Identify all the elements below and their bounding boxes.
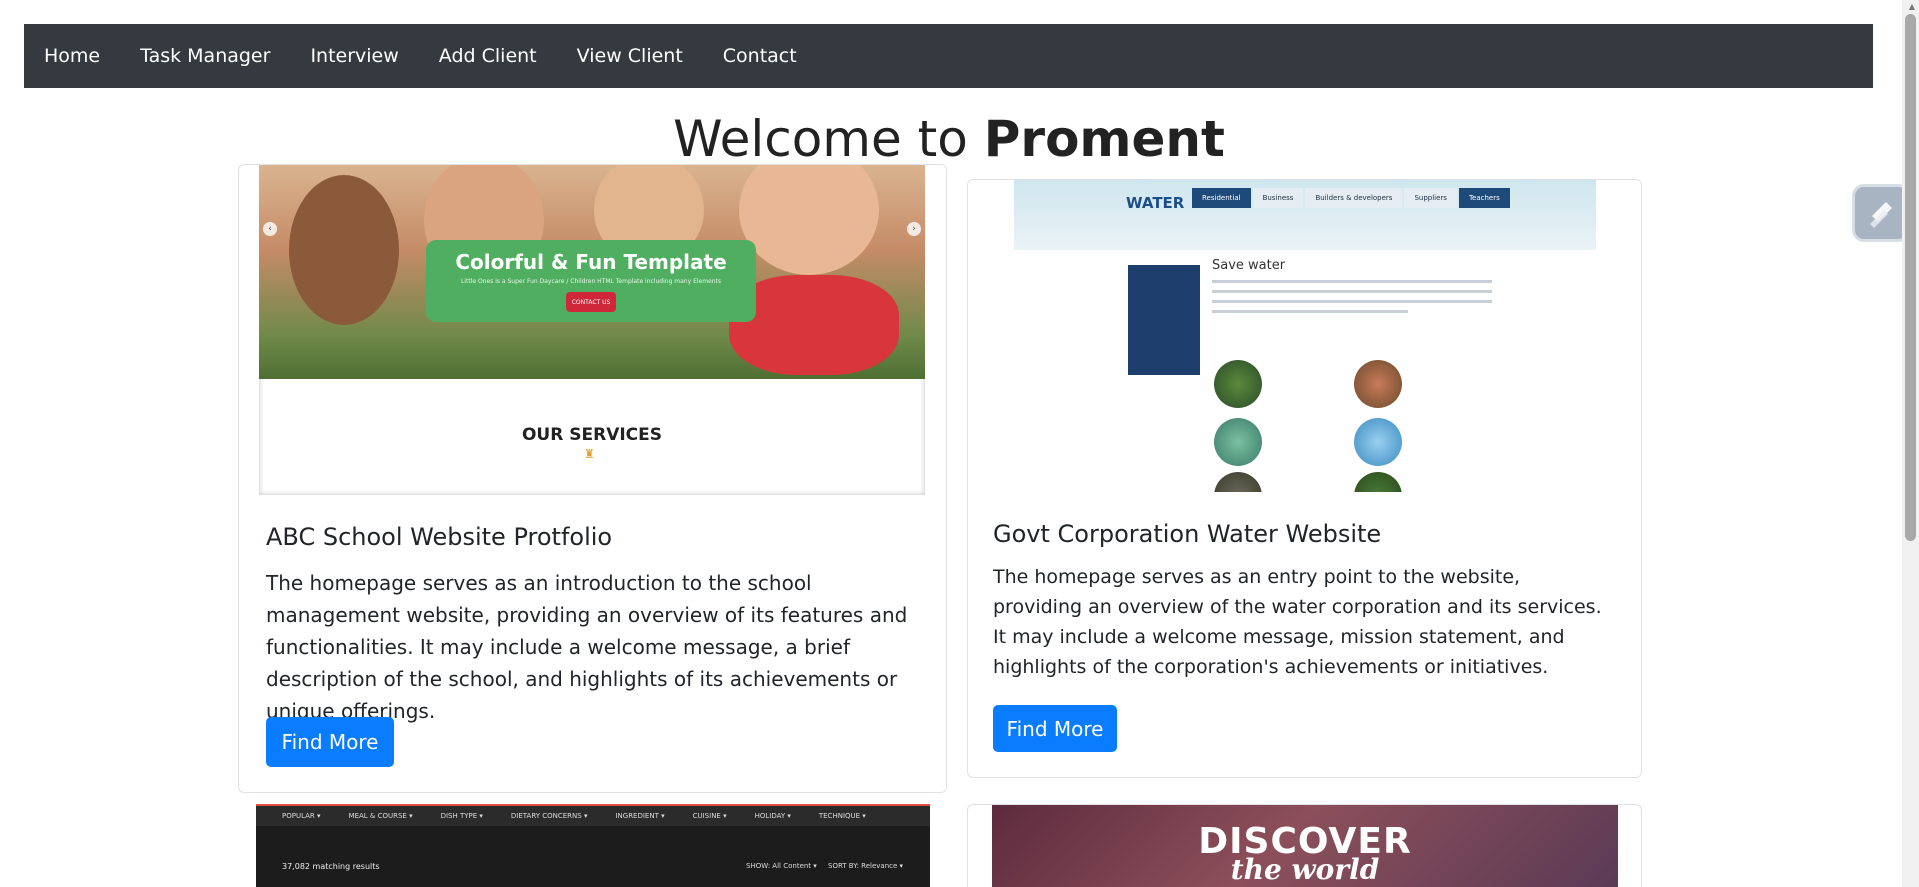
plants-thumb <box>1354 360 1402 408</box>
recipe-sort-filter: SORT BY: Relevance ▾ <box>828 862 904 870</box>
water-tab: Teachers <box>1458 188 1510 208</box>
nav-contact[interactable]: Contact <box>723 45 797 67</box>
recipe-results-count: 37,082 matching results <box>282 862 380 871</box>
project-card-travel: DISCOVER the world <box>967 804 1642 887</box>
page-title-prefix: Welcome to <box>673 110 984 168</box>
recipe-menu-bar: POPULAR ▾ MEAL & COURSE ▾ DISH TYPE ▾ DI… <box>256 804 930 826</box>
discover-subtitle: the world <box>1230 853 1380 886</box>
services-icon: ♜ <box>584 447 595 461</box>
carousel-prev-icon[interactable]: ‹ <box>263 222 277 236</box>
card-description: The homepage serves as an entry point to… <box>993 566 1602 678</box>
page-title-brand: Proment <box>983 110 1225 168</box>
calculate-thumb <box>1214 418 1262 466</box>
recipe-preview-image: POPULAR ▾ MEAL & COURSE ▾ DISH TYPE ▾ DI… <box>256 804 930 887</box>
scroll-up-icon[interactable]: ▲ <box>1909 2 1915 11</box>
banner-contact-button: CONTACT US <box>566 292 616 312</box>
project-card-water: WATER Residential Business Builders & de… <box>967 179 1642 778</box>
school-preview-image: ‹ › Colorful & Fun Template Little Ones … <box>259 165 925 495</box>
kid-face <box>289 175 399 325</box>
page-title: Welcome to Proment <box>0 110 1898 168</box>
recipe-menu-item: INGREDIENT ▾ <box>615 812 665 820</box>
water-tabs: Residential Business Builders & develope… <box>1192 188 1512 208</box>
water-heading: Save water <box>1212 258 1286 273</box>
travel-preview-image: DISCOVER the world <box>968 805 1641 887</box>
top-navbar: Home Task Manager Interview Add Client V… <box>24 24 1873 88</box>
water-body-text <box>1212 280 1492 320</box>
carousel-next-icon[interactable]: › <box>907 222 921 236</box>
hero-banner: Colorful & Fun Template Little Ones is a… <box>426 240 756 322</box>
banner-title: Colorful & Fun Template <box>455 250 727 274</box>
water-tab: Business <box>1252 188 1304 208</box>
water-logo: WATER <box>1126 194 1185 212</box>
banner-subtitle: Little Ones is a Super Fun Daycare / Chi… <box>460 278 722 285</box>
recipe-menu-item: CUISINE ▾ <box>692 812 727 820</box>
water-tab: Suppliers <box>1404 188 1457 208</box>
card-title: ABC School Website Protfolio <box>266 523 613 551</box>
recipe-menu-item: DIETARY CONCERNS ▾ <box>510 812 588 820</box>
water-preview-image: WATER Residential Business Builders & de… <box>1014 180 1596 492</box>
recipe-show-filter: SHOW: All Content ▾ <box>746 862 817 870</box>
nav-view-client[interactable]: View Client <box>577 45 683 67</box>
nav-home[interactable]: Home <box>44 45 100 67</box>
nav-interview[interactable]: Interview <box>310 45 398 67</box>
kids-photo: ‹ › Colorful & Fun Template Little Ones … <box>259 165 925 379</box>
recipe-menu-item: MEAL & COURSE ▾ <box>348 812 413 820</box>
nav-add-client[interactable]: Add Client <box>439 45 537 67</box>
water-tab: Residential <box>1192 188 1251 208</box>
nav-task-manager[interactable]: Task Manager <box>140 45 270 67</box>
project-card-recipes: POPULAR ▾ MEAL & COURSE ▾ DISH TYPE ▾ DI… <box>238 804 947 887</box>
kid-face <box>739 165 879 275</box>
recipe-menu-item: POPULAR ▾ <box>282 812 321 820</box>
card-title: Govt Corporation Water Website <box>993 520 1382 548</box>
discover-hero: DISCOVER the world <box>992 805 1618 887</box>
dos-thumb <box>1354 418 1402 466</box>
water-sidebar <box>1128 265 1200 375</box>
card-description: The homepage serves as an introduction t… <box>266 571 908 723</box>
find-more-button[interactable]: Find More <box>266 717 394 767</box>
page-scrollbar[interactable]: ▲ <box>1902 0 1919 887</box>
watering-thumb <box>1214 360 1262 408</box>
recipe-menu-item: HOLIDAY ▾ <box>754 812 791 820</box>
services-heading: OUR SERVICES <box>521 425 663 445</box>
recipe-menu-item: DISH TYPE ▾ <box>440 812 483 820</box>
scrollbar-thumb[interactable] <box>1905 14 1916 541</box>
water-tab: Builders & developers <box>1305 188 1403 208</box>
recipe-menu-item: TECHNIQUE ▾ <box>818 812 866 820</box>
find-more-button[interactable]: Find More <box>993 705 1117 752</box>
project-card-school: ‹ › Colorful & Fun Template Little Ones … <box>238 164 947 793</box>
